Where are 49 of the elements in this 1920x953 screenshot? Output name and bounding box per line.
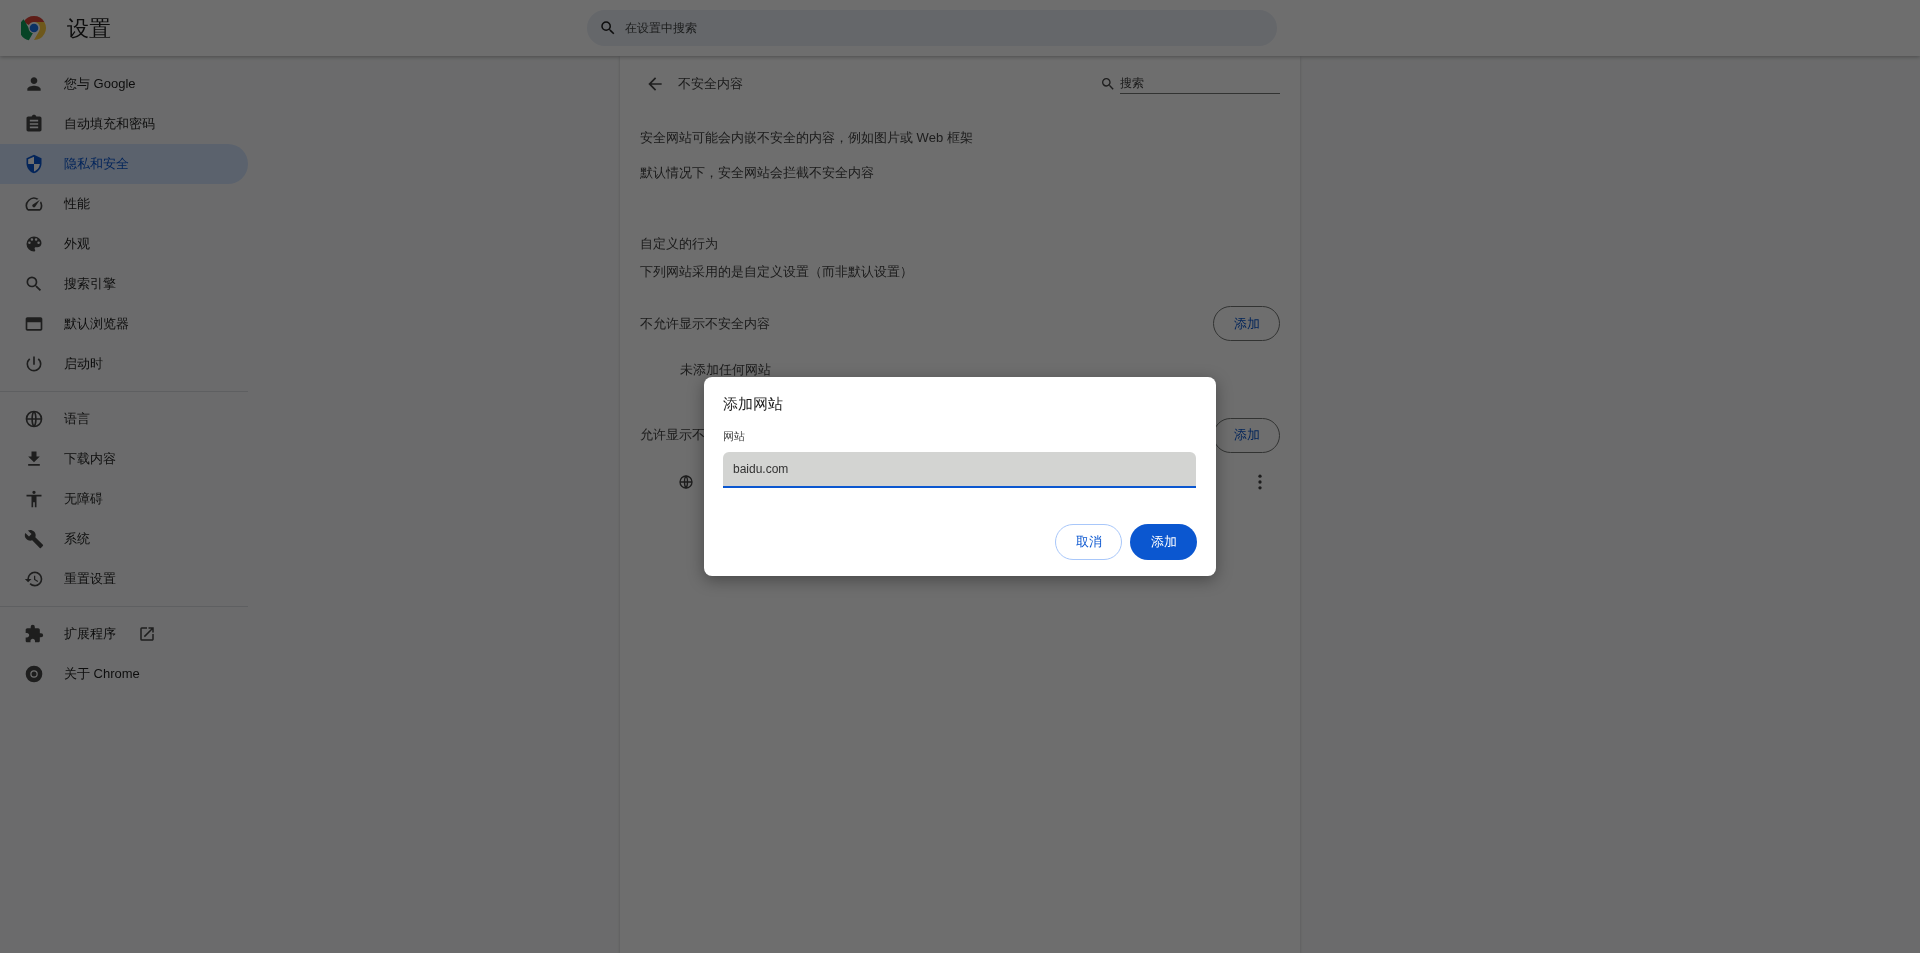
description-text: 安全网站可能会内嵌不安全的内容，例如图片或 Web 框架 bbox=[640, 129, 974, 147]
wrench-icon bbox=[24, 529, 44, 549]
search-placeholder: 在设置中搜索 bbox=[625, 20, 697, 37]
sidebar-item[interactable]: 无障碍 bbox=[0, 479, 248, 519]
shield-icon bbox=[24, 154, 44, 174]
search-icon bbox=[599, 19, 617, 37]
search-icon bbox=[24, 274, 44, 294]
accessibility-icon bbox=[24, 489, 44, 509]
search-field[interactable]: 搜索 bbox=[1120, 74, 1280, 94]
list-label: 不允许显示不安全内容 bbox=[640, 314, 770, 333]
sidebar-item[interactable]: 您与 Google bbox=[0, 64, 248, 104]
dialog-title: 添加网站 bbox=[723, 394, 784, 414]
power-icon bbox=[24, 354, 44, 374]
subpage-title: 不安全内容 bbox=[678, 75, 743, 94]
sidebar-item[interactable]: 隐私和安全 bbox=[0, 144, 248, 184]
website-input-field[interactable]: baidu.com bbox=[723, 452, 1196, 488]
sidebar-item[interactable]: 关于 Chrome bbox=[0, 654, 248, 694]
sidebar-item[interactable]: 重置设置 bbox=[0, 559, 248, 599]
speedometer-icon bbox=[24, 194, 44, 214]
search-icon bbox=[1100, 76, 1116, 92]
section-heading: 自定义的行为 bbox=[640, 235, 719, 253]
globe-icon bbox=[24, 409, 44, 429]
chrome-logo-icon bbox=[21, 15, 47, 41]
sidebar-item[interactable]: 默认浏览器 bbox=[0, 304, 248, 344]
empty-list-text: 未添加任何网站 bbox=[679, 361, 772, 379]
puzzle-icon bbox=[24, 624, 44, 644]
sidebar-item[interactable]: 自动填充和密码 bbox=[0, 104, 248, 144]
section-subheading: 下列网站采用的是自定义设置（而非默认设置） bbox=[640, 262, 914, 281]
globe-icon bbox=[678, 473, 694, 490]
sidebar-item[interactable]: 搜索引擎 bbox=[0, 264, 248, 304]
sidebar-item[interactable]: 性能 bbox=[0, 184, 248, 224]
sidebar-item[interactable]: 系统 bbox=[0, 519, 248, 559]
palette-icon bbox=[24, 234, 44, 254]
description-text: 默认情况下，安全网站会拦截不安全内容 bbox=[640, 163, 875, 182]
field-label: 网站 bbox=[723, 428, 746, 444]
page-title: 设置 bbox=[67, 14, 112, 43]
sidebar-item[interactable]: 启动时 bbox=[0, 344, 248, 384]
sidebar-item[interactable]: 下载内容 bbox=[0, 439, 248, 479]
history-icon bbox=[24, 569, 44, 589]
sidebar-item[interactable]: 扩展程序 bbox=[0, 614, 248, 654]
browser-window-icon bbox=[24, 314, 44, 334]
cancel-button[interactable]: 取消 bbox=[1055, 524, 1122, 560]
clipboard-icon bbox=[24, 114, 44, 134]
list-label: 允许显示不 bbox=[640, 426, 705, 445]
chrome-icon bbox=[24, 664, 44, 684]
sidebar-item[interactable]: 外观 bbox=[0, 224, 248, 264]
sidebar-item[interactable]: 语言 bbox=[0, 399, 248, 439]
add-button[interactable]: 添加 bbox=[1130, 524, 1197, 560]
settings-search-field[interactable]: 在设置中搜索 bbox=[587, 10, 1277, 46]
